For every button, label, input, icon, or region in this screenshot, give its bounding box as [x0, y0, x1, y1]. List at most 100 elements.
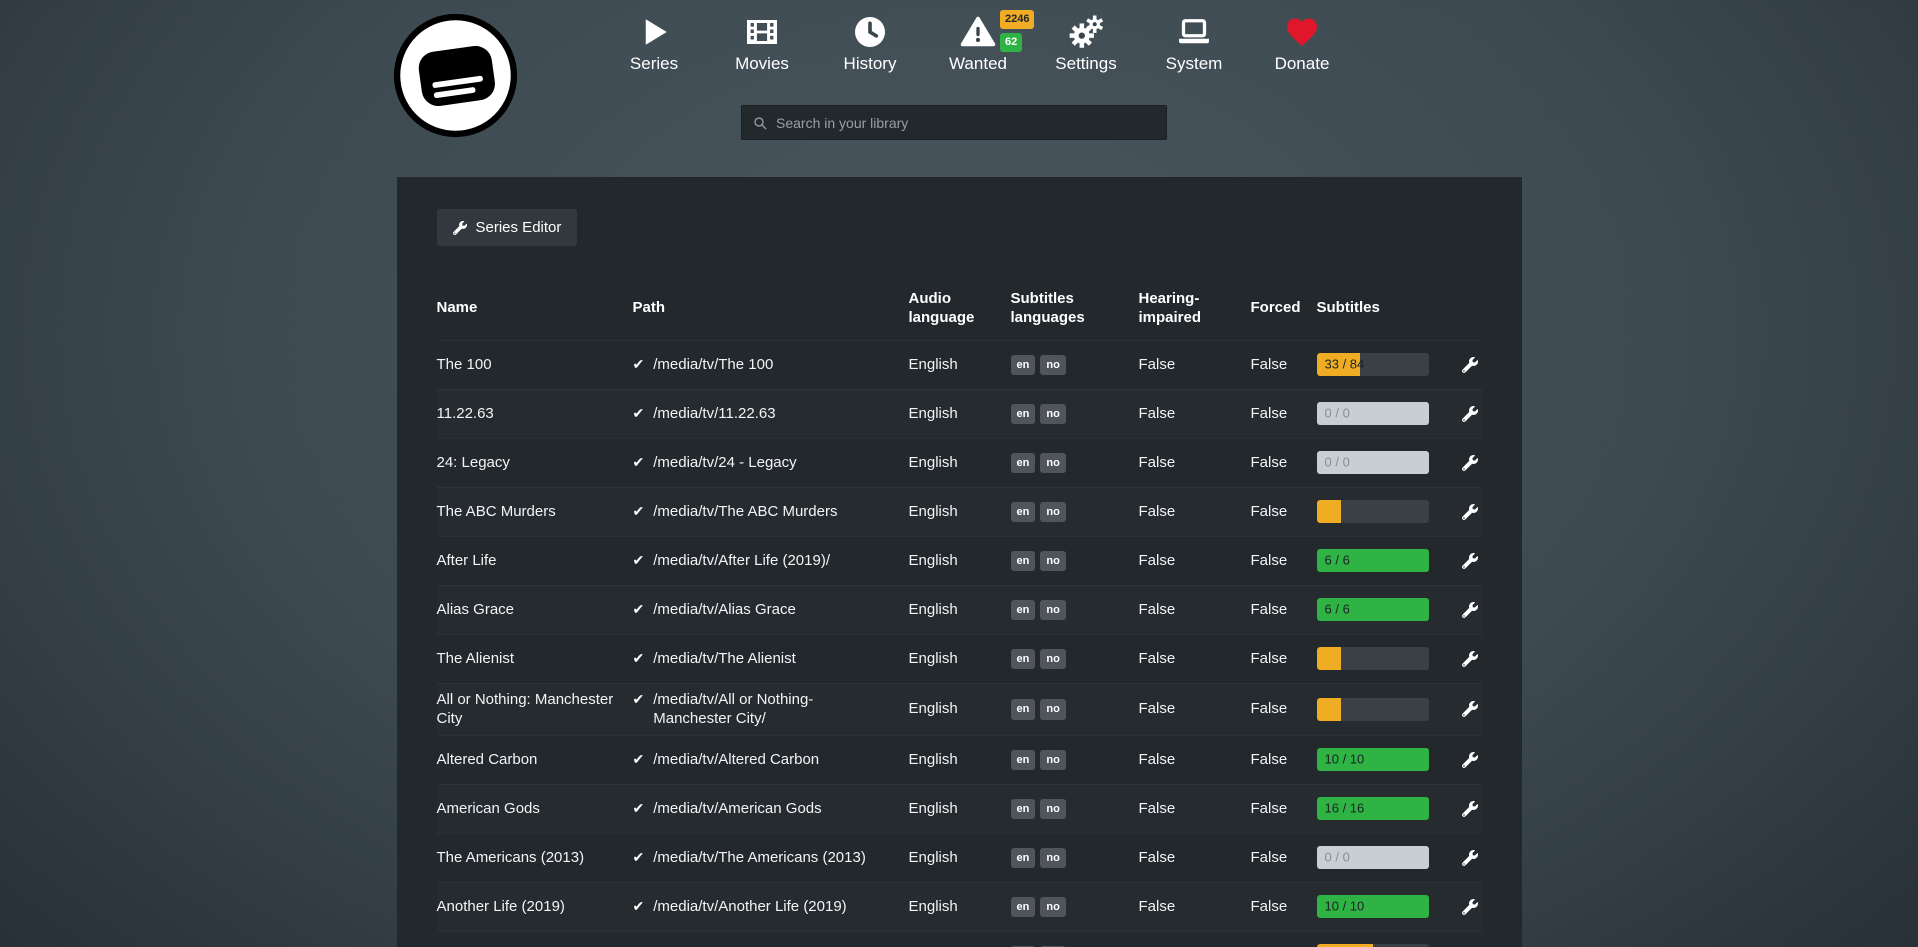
subtitles-progress: 16 / 16	[1317, 797, 1429, 820]
wanted-secondary-badge: 62	[1000, 33, 1022, 52]
forced: False	[1251, 404, 1317, 424]
edit-series-button[interactable]	[1460, 699, 1480, 719]
edit-series-button[interactable]	[1460, 600, 1480, 620]
hearing-impaired: False	[1139, 699, 1251, 719]
check-icon: ✔	[633, 897, 645, 915]
subtitles-languages: enno	[1011, 550, 1139, 571]
series-path: ✔ /media/tv/American Gods	[633, 799, 909, 819]
subtitles-languages: enno	[1011, 599, 1139, 620]
series-name[interactable]: 24: Legacy	[437, 453, 633, 473]
series-table-body: The 100 ✔ /media/tv/The 100 English enno…	[437, 340, 1482, 947]
series-name[interactable]: All or Nothing: Manchester City	[437, 690, 633, 729]
forced: False	[1251, 799, 1317, 819]
nav-label: Movies	[735, 54, 789, 74]
forced: False	[1251, 453, 1317, 473]
series-path: ✔ /media/tv/11.22.63	[633, 404, 909, 424]
series-name[interactable]: The Americans (2013)	[437, 848, 633, 868]
nav-item-history[interactable]: History	[828, 14, 912, 74]
subtitles-progress: 33 / 84	[1317, 353, 1429, 376]
language-badge: en	[1011, 897, 1036, 917]
series-name[interactable]: Another Life (2019)	[437, 897, 633, 917]
language-badge: no	[1040, 750, 1065, 770]
subtitles-progress: 10 / 10	[1317, 895, 1429, 918]
hearing-impaired: False	[1139, 897, 1251, 917]
nav-item-system[interactable]: System	[1152, 14, 1236, 74]
subtitles-progress	[1317, 500, 1429, 523]
series-path: ✔ /media/tv/Altered Carbon	[633, 750, 909, 770]
search-input[interactable]	[776, 115, 1156, 131]
language-badge: no	[1040, 600, 1065, 620]
series-path: ✔ /media/tv/After Life (2019)/	[633, 551, 909, 571]
subtitles-progress-label: 33 / 84	[1325, 356, 1365, 373]
series-path-text: /media/tv/Altered Carbon	[653, 750, 819, 770]
audio-language: English	[909, 799, 1011, 819]
language-badge: en	[1011, 404, 1036, 424]
audio-language: English	[909, 897, 1011, 917]
edit-series-button[interactable]	[1460, 355, 1480, 375]
table-row: All or Nothing: Manchester City ✔ /media…	[437, 683, 1482, 735]
edit-series-button[interactable]	[1460, 551, 1480, 571]
subtitles-progress: 6 / 6	[1317, 598, 1429, 621]
table-row: The Alienist ✔ /media/tv/The Alienist En…	[437, 634, 1482, 683]
series-name[interactable]: Altered Carbon	[437, 750, 633, 770]
language-badge: en	[1011, 750, 1036, 770]
series-name[interactable]: American Gods	[437, 799, 633, 819]
edit-series-button[interactable]	[1460, 897, 1480, 917]
nav-label: Settings	[1055, 54, 1116, 74]
nav-label: Wanted	[949, 54, 1007, 74]
subtitles-progress-label: 6 / 6	[1325, 601, 1350, 618]
nav-item-donate[interactable]: Donate	[1260, 14, 1344, 74]
language-badge: en	[1011, 600, 1036, 620]
subtitles-progress	[1317, 647, 1429, 670]
series-path-text: /media/tv/The 100	[653, 355, 773, 375]
edit-series-button[interactable]	[1460, 404, 1480, 424]
subtitles-languages: enno	[1011, 798, 1139, 819]
wrench-icon	[1462, 651, 1478, 667]
series-path: ✔ /media/tv/All or Nothing- Manchester C…	[633, 690, 909, 729]
bazarr-logo[interactable]	[392, 12, 519, 139]
series-name[interactable]: The Alienist	[437, 649, 633, 669]
series-path-text: /media/tv/11.22.63	[653, 404, 775, 424]
warning-icon	[960, 14, 996, 50]
language-badge: en	[1011, 699, 1036, 719]
table-row: The ABC Murders ✔ /media/tv/The ABC Murd…	[437, 487, 1482, 536]
wrench-icon	[1462, 801, 1478, 817]
edit-series-button[interactable]	[1460, 649, 1480, 669]
nav-item-settings[interactable]: Settings	[1044, 14, 1128, 74]
series-name[interactable]: Alias Grace	[437, 600, 633, 620]
wanted-badges: 2246 62	[1000, 10, 1034, 52]
forced: False	[1251, 897, 1317, 917]
nav-item-movies[interactable]: Movies	[720, 14, 804, 74]
series-name[interactable]: After Life	[437, 551, 633, 571]
wrench-icon	[453, 221, 467, 235]
series-name[interactable]: The ABC Murders	[437, 502, 633, 522]
edit-series-button[interactable]	[1460, 848, 1480, 868]
series-path-text: /media/tv/After Life (2019)/	[653, 551, 830, 571]
forced: False	[1251, 750, 1317, 770]
edit-series-button[interactable]	[1460, 453, 1480, 473]
forced: False	[1251, 502, 1317, 522]
series-name[interactable]: 11.22.63	[437, 404, 633, 424]
check-icon: ✔	[633, 848, 645, 866]
table-header: Name Path Audio language Subtitles langu…	[437, 290, 1482, 340]
language-badge: en	[1011, 799, 1036, 819]
hearing-impaired: False	[1139, 600, 1251, 620]
wrench-icon	[1462, 701, 1478, 717]
wrench-icon	[1462, 752, 1478, 768]
nav-item-wanted[interactable]: Wanted 2246 62	[936, 14, 1020, 74]
edit-series-button[interactable]	[1460, 799, 1480, 819]
subtitles-progress-label: 6 / 6	[1325, 552, 1350, 569]
series-editor-button[interactable]: Series Editor	[437, 209, 578, 246]
hearing-impaired: False	[1139, 848, 1251, 868]
series-editor-label: Series Editor	[476, 219, 562, 236]
edit-series-button[interactable]	[1460, 750, 1480, 770]
nav-item-series[interactable]: Series	[612, 14, 696, 74]
hearing-impaired: False	[1139, 355, 1251, 375]
subtitles-progress: 10 / 10	[1317, 748, 1429, 771]
series-name[interactable]: The 100	[437, 355, 633, 375]
audio-language: English	[909, 649, 1011, 669]
series-path-text: /media/tv/The Americans (2013)	[653, 848, 866, 868]
subtitles-languages: enno	[1011, 403, 1139, 424]
series-path-text: /media/tv/All or Nothing- Manchester Cit…	[653, 690, 894, 729]
edit-series-button[interactable]	[1460, 502, 1480, 522]
